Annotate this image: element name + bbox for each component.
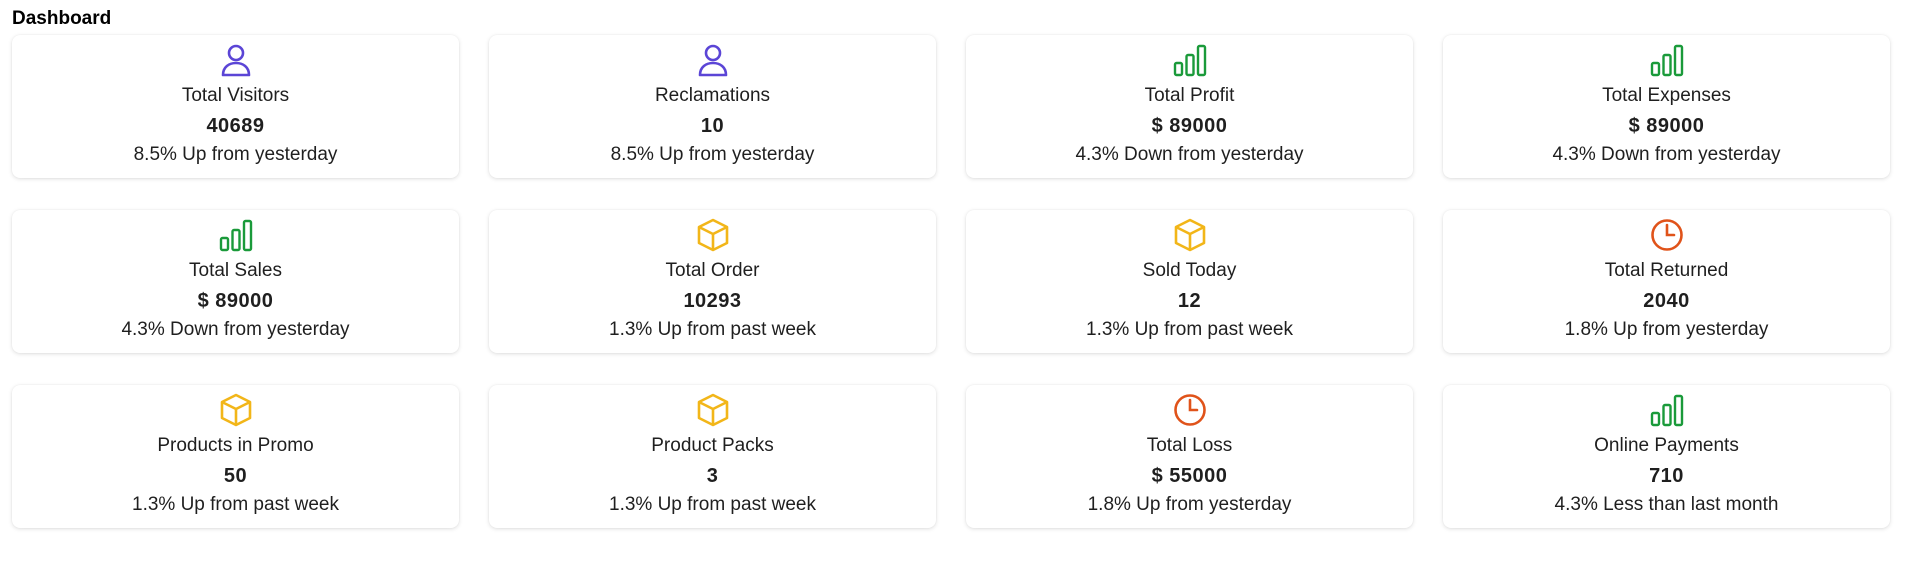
stat-label: Sold Today: [1142, 260, 1237, 281]
stat-trend: 4.3% Down from yesterday: [1075, 144, 1304, 165]
stat-trend: 1.3% Up from past week: [1086, 319, 1293, 340]
stat-card: Sold Today 12 1.3% Up from past week: [966, 210, 1413, 353]
bar-chart-icon: [217, 215, 255, 255]
clock-icon: [1171, 390, 1209, 430]
stat-trend: 1.3% Up from past week: [609, 494, 816, 515]
stat-value: 50: [223, 465, 248, 487]
stat-trend: 4.3% Down from yesterday: [1552, 144, 1781, 165]
stat-label: Total Profit: [1144, 85, 1235, 106]
stat-value: 710: [1649, 465, 1684, 487]
stat-label: Online Payments: [1594, 435, 1739, 456]
stat-label: Reclamations: [654, 85, 771, 106]
stat-trend: 4.3% Down from yesterday: [121, 319, 350, 340]
stat-value: $ 55000: [1151, 465, 1228, 487]
stat-trend: 1.3% Up from past week: [609, 319, 816, 340]
stat-card: Product Packs 3 1.3% Up from past week: [489, 385, 936, 528]
stat-card: Products in Promo 50 1.3% Up from past w…: [12, 385, 459, 528]
stat-value: $ 89000: [197, 290, 274, 312]
stat-value: 10293: [683, 290, 742, 312]
bar-chart-icon: [1171, 40, 1209, 80]
stat-label: Product Packs: [651, 435, 774, 456]
stat-value: 3: [706, 465, 719, 487]
stat-trend: 4.3% Less than last month: [1554, 494, 1779, 515]
stat-value: 12: [1177, 290, 1202, 312]
page-title: Dashboard: [12, 8, 112, 29]
stat-value: 40689: [206, 115, 265, 137]
stat-card: Total Expenses $ 89000 4.3% Down from ye…: [1443, 35, 1890, 178]
stat-card: Total Loss $ 55000 1.8% Up from yesterda…: [966, 385, 1413, 528]
stat-trend: 8.5% Up from yesterday: [610, 144, 815, 165]
stat-value: $ 89000: [1628, 115, 1705, 137]
user-icon: [694, 40, 732, 80]
stat-trend: 1.3% Up from past week: [132, 494, 339, 515]
stat-card: Total Order 10293 1.3% Up from past week: [489, 210, 936, 353]
clock-icon: [1648, 215, 1686, 255]
stat-card: Total Profit $ 89000 4.3% Down from yest…: [966, 35, 1413, 178]
stat-trend: 1.8% Up from yesterday: [1087, 494, 1292, 515]
stat-label: Total Visitors: [181, 85, 290, 106]
stat-value: $ 89000: [1151, 115, 1228, 137]
stat-label: Total Returned: [1604, 260, 1729, 281]
user-icon: [217, 40, 255, 80]
bar-chart-icon: [1648, 40, 1686, 80]
stat-value: 2040: [1643, 290, 1690, 312]
box-icon: [694, 390, 732, 430]
stat-label: Total Sales: [189, 260, 282, 281]
stats-grid: Total Visitors 40689 8.5% Up from yester…: [12, 35, 1890, 528]
stat-card: Online Payments 710 4.3% Less than last …: [1443, 385, 1890, 528]
stat-label: Total Loss: [1146, 435, 1233, 456]
stat-card: Total Sales $ 89000 4.3% Down from yeste…: [12, 210, 459, 353]
stat-card: Reclamations 10 8.5% Up from yesterday: [489, 35, 936, 178]
box-icon: [694, 215, 732, 255]
dashboard-page: Dashboard Total Visitors 40689 8.5% Up f…: [0, 0, 1906, 574]
stat-trend: 8.5% Up from yesterday: [133, 144, 338, 165]
stat-label: Total Order: [665, 260, 760, 281]
bar-chart-icon: [1648, 390, 1686, 430]
stat-value: 10: [700, 115, 725, 137]
box-icon: [217, 390, 255, 430]
stat-label: Total Expenses: [1602, 85, 1731, 106]
stat-card: Total Visitors 40689 8.5% Up from yester…: [12, 35, 459, 178]
stat-label: Products in Promo: [157, 435, 314, 456]
stat-trend: 1.8% Up from yesterday: [1564, 319, 1769, 340]
box-icon: [1171, 215, 1209, 255]
stat-card: Total Returned 2040 1.8% Up from yesterd…: [1443, 210, 1890, 353]
